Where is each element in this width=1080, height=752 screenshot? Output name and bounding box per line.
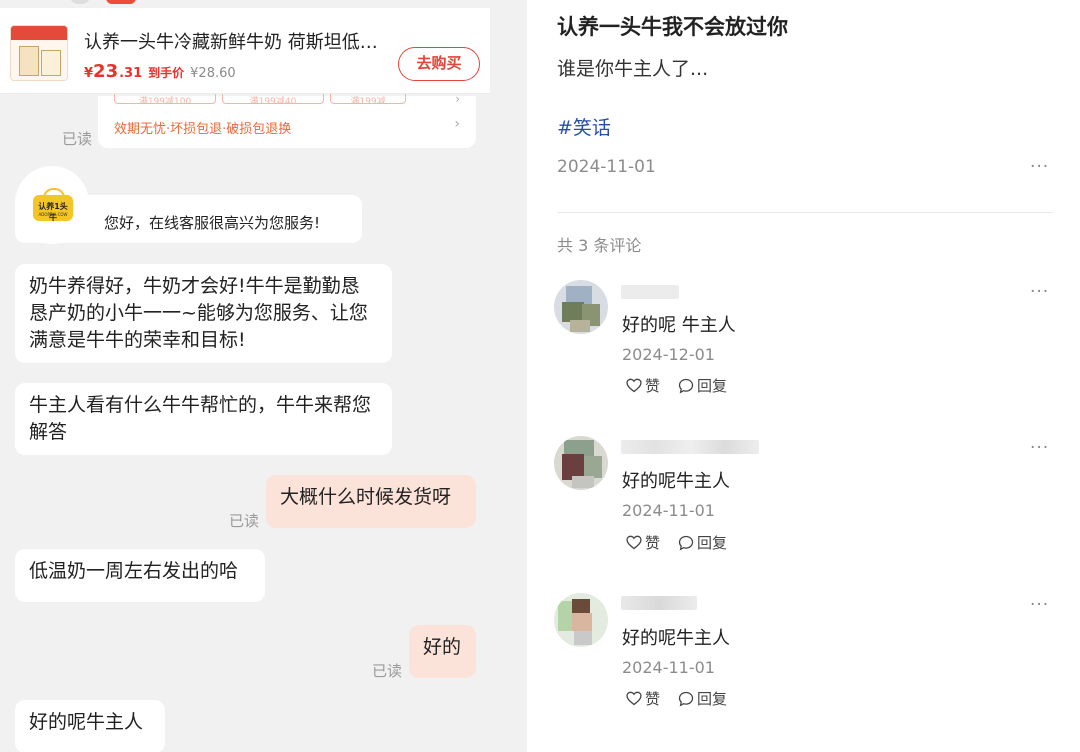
- comment-bubble-icon: [678, 691, 694, 707]
- more-options-icon[interactable]: ···: [1030, 438, 1049, 458]
- commenter-name-blurred[interactable]: [621, 596, 697, 610]
- message-bubble: 奶牛养得好，牛奶才会好!牛牛是勤勤恳恳产奶的小牛一一~能够为您服务、让您满意是牛…: [15, 264, 392, 363]
- heart-icon: [626, 535, 642, 550]
- message-bubble: 牛主人看有什么牛牛帮忙的，牛牛来帮您解答: [15, 383, 392, 455]
- like-label: 赞: [645, 690, 661, 708]
- comment-date: 2024-11-01: [622, 501, 715, 520]
- divider: [557, 212, 1053, 213]
- chat-screenshot: 认养一头牛冷藏新鲜牛奶 荷斯坦低… ¥ 23 .31 到手价 ¥28.60 去购…: [0, 0, 527, 752]
- post-title: 认养一头牛我不会放过你: [557, 15, 788, 39]
- like-label: 赞: [645, 534, 661, 552]
- reply-label: 回复: [697, 690, 728, 708]
- like-button[interactable]: 赞: [626, 532, 660, 553]
- comment-date: 2024-11-01: [622, 658, 715, 677]
- price-row: ¥ 23 .31 到手价 ¥28.60: [84, 61, 236, 82]
- heart-icon: [626, 691, 642, 706]
- more-options-icon[interactable]: ···: [1030, 595, 1049, 615]
- coupon-card[interactable]: 满199减100 满199减40 满199减 › 效期无忧·坏损包退·破损包退换…: [98, 92, 476, 148]
- read-receipt: 已读: [229, 512, 260, 530]
- more-options-icon[interactable]: ···: [1030, 157, 1049, 177]
- commenter-avatar[interactable]: [554, 280, 608, 334]
- comment-actions: 赞 回复: [626, 532, 727, 553]
- comment-bubble-icon: [678, 535, 694, 551]
- reply-button[interactable]: 回复: [678, 375, 727, 396]
- reply-button[interactable]: 回复: [678, 532, 727, 553]
- product-title: 认养一头牛冷藏新鲜牛奶 荷斯坦低…: [84, 32, 378, 53]
- my-message-bubble: 大概什么时候发货呀: [266, 475, 476, 528]
- price-tag: 到手价: [148, 66, 185, 80]
- comment-text: 好的呢 牛主人: [622, 315, 736, 336]
- post-date: 2024-11-01: [557, 157, 656, 177]
- chevron-right-icon[interactable]: ›: [454, 116, 460, 132]
- comment-actions: 赞 回复: [626, 375, 727, 396]
- more-options-icon[interactable]: ···: [1030, 282, 1049, 302]
- post-hashtag[interactable]: #笑话: [557, 113, 611, 140]
- commenter-name-blurred[interactable]: [621, 440, 759, 454]
- greeting-text: 您好，在线客服很高兴为您服务!: [104, 214, 321, 232]
- coupon-row: 满199减100 满199减40 满199减: [114, 94, 406, 104]
- original-price: ¥28.60: [190, 66, 236, 81]
- my-message-bubble: 好的: [409, 625, 476, 678]
- chevron-right-icon[interactable]: ›: [455, 92, 460, 106]
- commenter-name-blurred[interactable]: [621, 285, 679, 299]
- comment-actions: 赞 回复: [626, 688, 727, 709]
- price-symbol: ¥: [84, 66, 94, 81]
- reply-label: 回复: [697, 377, 728, 395]
- coupon[interactable]: 满199减40: [222, 94, 324, 104]
- commenter-avatar[interactable]: [554, 436, 608, 490]
- like-label: 赞: [645, 377, 661, 395]
- price-integer: 23: [93, 61, 119, 82]
- comment-text: 好的呢牛主人: [622, 471, 730, 492]
- top-cutoff-decoration: [70, 0, 140, 4]
- like-button[interactable]: 赞: [626, 375, 660, 396]
- comment-text: 好的呢牛主人: [622, 628, 730, 649]
- post-body: 谁是你牛主人了...: [557, 58, 709, 80]
- product-card[interactable]: 认养一头牛冷藏新鲜牛奶 荷斯坦低… ¥ 23 .31 到手价 ¥28.60 去购…: [0, 8, 490, 94]
- coupon[interactable]: 满199减100: [114, 94, 216, 104]
- price-decimal: .31: [119, 66, 143, 81]
- heart-icon: [626, 378, 642, 393]
- read-receipt: 已读: [62, 130, 93, 148]
- product-thumbnail: [10, 25, 68, 81]
- brand-logo-subtext: ADOPT A COW: [38, 212, 68, 217]
- read-receipt: 已读: [372, 662, 403, 680]
- comment-bubble-icon: [678, 378, 694, 394]
- message-bubble: 好的呢牛主人: [15, 700, 165, 752]
- commenter-avatar[interactable]: [554, 593, 608, 647]
- message-bubble: 低温奶一周左右发出的哈: [15, 549, 265, 602]
- comment-count: 共 3 条评论: [557, 236, 642, 255]
- buy-button[interactable]: 去购买: [398, 47, 480, 81]
- comment-date: 2024-12-01: [622, 345, 715, 364]
- like-button[interactable]: 赞: [626, 688, 660, 709]
- guarantee-text: 效期无忧·坏损包退·破损包退换: [114, 122, 292, 137]
- reply-label: 回复: [697, 534, 728, 552]
- reply-button[interactable]: 回复: [678, 688, 727, 709]
- coupon[interactable]: 满199减: [330, 94, 406, 104]
